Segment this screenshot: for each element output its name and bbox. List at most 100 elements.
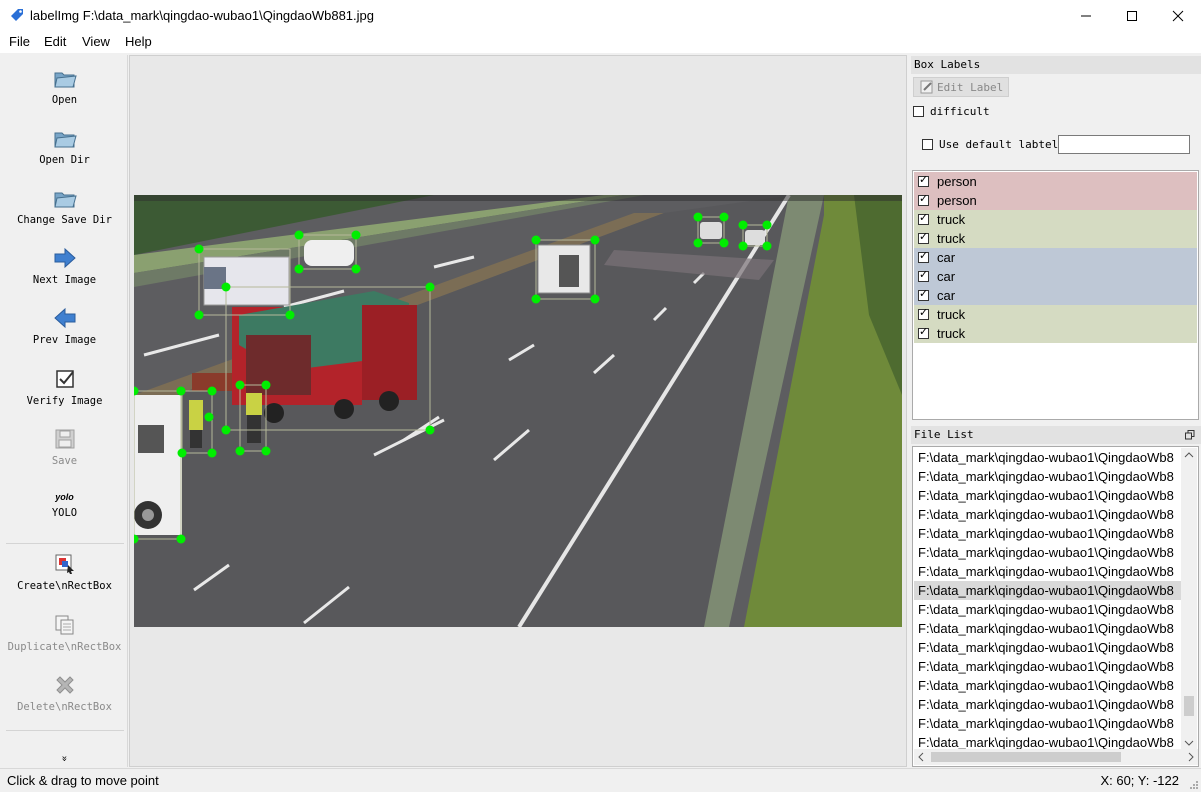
- minimize-button[interactable]: [1063, 0, 1109, 31]
- scrollbar-thumb[interactable]: [1184, 696, 1194, 716]
- file-list-item[interactable]: F:\data_mark\qingdao-wubao1\QingdaoWb8: [914, 657, 1181, 676]
- file-path: F:\data_mark\qingdao-wubao1\QingdaoWb8: [918, 545, 1174, 560]
- yolo-button[interactable]: yolo YOLO: [2, 491, 127, 519]
- close-icon: [1172, 10, 1184, 21]
- close-button[interactable]: [1155, 0, 1201, 31]
- left-toolbar: Open Open Dir Change Save Dir Next Image…: [2, 55, 128, 767]
- label-item[interactable]: ✓ person: [914, 172, 1197, 191]
- duplicate-rectbox-button[interactable]: Duplicate\nRectBox: [2, 612, 127, 653]
- checkmark-icon: ✓: [919, 268, 929, 281]
- arrow-right-icon: [54, 247, 76, 269]
- verify-image-label: Verify Image: [26, 395, 103, 407]
- checkmark-icon: ✓: [919, 192, 929, 205]
- label-text: truck: [937, 326, 966, 341]
- label-item[interactable]: ✓ truck: [914, 229, 1197, 248]
- menu-help[interactable]: Help: [125, 34, 152, 49]
- yolo-label: YOLO: [51, 507, 78, 519]
- file-path: F:\data_mark\qingdao-wubao1\QingdaoWb8: [918, 602, 1174, 617]
- use-default-label-text: Use default labtel: [939, 138, 1059, 151]
- dock-float-icon[interactable]: [1185, 430, 1195, 440]
- use-default-label-checkbox[interactable]: [922, 139, 933, 150]
- next-image-button[interactable]: Next Image: [2, 245, 127, 286]
- menu-file[interactable]: File: [9, 34, 30, 49]
- label-text: person: [937, 174, 977, 189]
- checkmark-icon: ✓: [919, 173, 929, 186]
- difficult-checkbox[interactable]: [913, 106, 924, 117]
- file-list-item[interactable]: F:\data_mark\qingdao-wubao1\QingdaoWb8: [914, 695, 1181, 714]
- label-item[interactable]: ✓ truck: [914, 324, 1197, 343]
- title-bar: labelImg F:\data_mark\qingdao-wubao1\Qin…: [0, 0, 1201, 31]
- scroll-left-icon[interactable]: [914, 749, 928, 765]
- file-list-horizontal-scrollbar[interactable]: [914, 749, 1198, 765]
- file-list-item[interactable]: F:\data_mark\qingdao-wubao1\QingdaoWb8: [914, 619, 1181, 638]
- file-list-item[interactable]: F:\data_mark\qingdao-wubao1\QingdaoWb8: [914, 714, 1181, 733]
- label-item[interactable]: ✓ car: [914, 267, 1197, 286]
- label-item[interactable]: ✓ car: [914, 248, 1197, 267]
- file-list-item[interactable]: F:\data_mark\qingdao-wubao1\QingdaoWb8: [914, 448, 1181, 467]
- label-text: car: [937, 269, 956, 284]
- open-button[interactable]: Open: [2, 65, 127, 106]
- file-path: F:\data_mark\qingdao-wubao1\QingdaoWb8: [918, 697, 1174, 712]
- delete-x-icon: [55, 676, 74, 694]
- label-text: car: [937, 288, 956, 303]
- maximize-button[interactable]: [1109, 0, 1155, 31]
- toolbar-extension-button[interactable]: »: [59, 753, 70, 765]
- label-item[interactable]: ✓ car: [914, 286, 1197, 305]
- file-list-item[interactable]: F:\data_mark\qingdao-wubao1\QingdaoWb8: [914, 562, 1181, 581]
- label-item[interactable]: ✓ person: [914, 191, 1197, 210]
- folder-icon: [53, 132, 77, 148]
- file-list-item[interactable]: F:\data_mark\qingdao-wubao1\QingdaoWb8: [914, 486, 1181, 505]
- save-button[interactable]: Save: [2, 426, 127, 467]
- hscrollbar-thumb[interactable]: [931, 752, 1121, 762]
- menu-edit[interactable]: Edit: [44, 34, 66, 49]
- checkmark-icon: ✓: [919, 211, 929, 224]
- resize-grip-icon[interactable]: [1187, 778, 1199, 790]
- edit-pencil-icon: [920, 80, 933, 94]
- label-item[interactable]: ✓ truck: [914, 305, 1197, 324]
- change-save-dir-label: Change Save Dir: [17, 214, 112, 226]
- prev-image-button[interactable]: Prev Image: [2, 305, 127, 346]
- file-list-item[interactable]: F:\data_mark\qingdao-wubao1\QingdaoWb8: [914, 524, 1181, 543]
- edit-label-button[interactable]: Edit Label: [913, 77, 1009, 97]
- open-dir-button[interactable]: Open Dir: [2, 125, 127, 166]
- cursor-coordinates: X: 60; Y: -122: [1100, 773, 1179, 788]
- file-path: F:\data_mark\qingdao-wubao1\QingdaoWb8: [918, 488, 1174, 503]
- prev-image-label: Prev Image: [32, 334, 97, 346]
- scroll-up-icon[interactable]: [1181, 448, 1197, 462]
- open-dir-label: Open Dir: [39, 154, 90, 166]
- file-list-item[interactable]: F:\data_mark\qingdao-wubao1\QingdaoWb8: [914, 505, 1181, 524]
- arrow-left-icon: [53, 307, 75, 329]
- file-list-item[interactable]: F:\data_mark\qingdao-wubao1\QingdaoWb8: [914, 638, 1181, 657]
- label-item[interactable]: ✓ truck: [914, 210, 1197, 229]
- change-save-dir-button[interactable]: Change Save Dir: [2, 185, 127, 226]
- file-path: F:\data_mark\qingdao-wubao1\QingdaoWb8: [918, 450, 1174, 465]
- annotated-image[interactable]: [134, 195, 902, 627]
- default-label-input[interactable]: [1058, 135, 1190, 154]
- file-path: F:\data_mark\qingdao-wubao1\QingdaoWb8: [918, 583, 1174, 598]
- verify-image-button[interactable]: Verify Image: [2, 366, 127, 407]
- menu-view[interactable]: View: [82, 34, 110, 49]
- yolo-icon: yolo: [55, 492, 74, 502]
- save-disk-icon: [55, 429, 74, 449]
- file-list-item[interactable]: F:\data_mark\qingdao-wubao1\QingdaoWb8: [914, 543, 1181, 562]
- duplicate-rectbox-label: Duplicate\nRectBox: [7, 641, 122, 653]
- file-list-title: File List: [914, 428, 974, 441]
- checkmark-icon: ✓: [919, 230, 929, 243]
- box-labels-title: Box Labels: [914, 58, 981, 71]
- delete-rectbox-button[interactable]: Delete\nRectBox: [2, 672, 127, 713]
- window-title: labelImg F:\data_mark\qingdao-wubao1\Qin…: [30, 8, 374, 23]
- file-list-vertical-scrollbar[interactable]: [1181, 448, 1197, 750]
- scroll-right-icon[interactable]: [1184, 749, 1198, 765]
- create-rectbox-button[interactable]: Create\nRectBox: [2, 551, 127, 592]
- duplicate-icon: [55, 615, 73, 635]
- edit-label-text: Edit Label: [937, 81, 1004, 94]
- file-list-item[interactable]: F:\data_mark\qingdao-wubao1\QingdaoWb8: [914, 676, 1181, 695]
- status-message: Click & drag to move point: [7, 773, 159, 788]
- file-list-item[interactable]: F:\data_mark\qingdao-wubao1\QingdaoWb8: [914, 467, 1181, 486]
- file-list-item[interactable]: F:\data_mark\qingdao-wubao1\QingdaoWb8: [914, 600, 1181, 619]
- file-path: F:\data_mark\qingdao-wubao1\QingdaoWb8: [918, 469, 1174, 484]
- file-path: F:\data_mark\qingdao-wubao1\QingdaoWb8: [918, 678, 1174, 693]
- minimize-icon: [1081, 15, 1091, 16]
- scroll-down-icon[interactable]: [1181, 736, 1197, 750]
- file-list-item-selected[interactable]: F:\data_mark\qingdao-wubao1\QingdaoWb8: [914, 581, 1181, 600]
